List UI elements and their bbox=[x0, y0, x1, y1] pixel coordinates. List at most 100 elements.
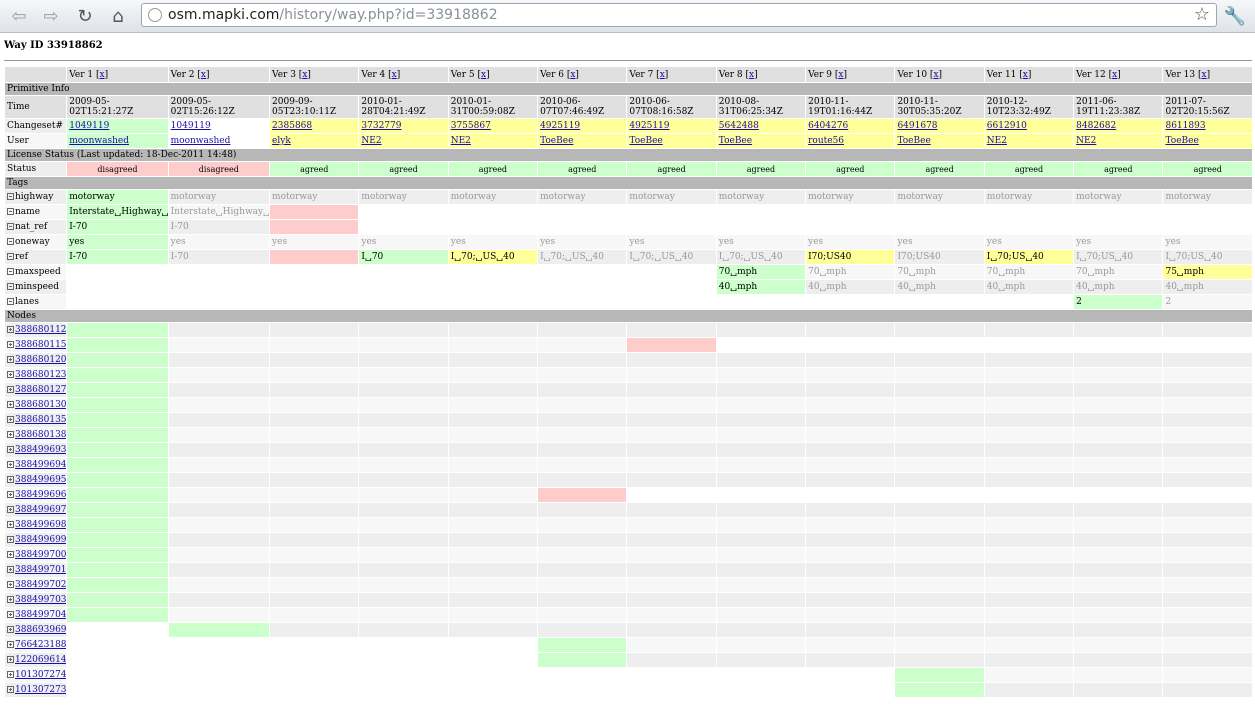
node-link[interactable]: 388680120 bbox=[15, 355, 66, 365]
user-link[interactable]: ToeBee bbox=[719, 136, 752, 146]
expand-icon[interactable] bbox=[7, 386, 14, 393]
node-link[interactable]: 388499695 bbox=[15, 475, 66, 485]
expand-icon[interactable] bbox=[7, 506, 14, 513]
reload-icon[interactable]: ↻ bbox=[72, 3, 98, 29]
user-link[interactable]: elyk bbox=[272, 136, 291, 146]
expand-icon[interactable] bbox=[7, 521, 14, 528]
expand-icon[interactable] bbox=[7, 431, 14, 438]
changeset-link[interactable]: 1049119 bbox=[171, 121, 211, 131]
expand-icon[interactable] bbox=[7, 371, 14, 378]
expand-icon[interactable] bbox=[7, 551, 14, 558]
changeset-link[interactable]: 6491678 bbox=[897, 121, 937, 131]
expand-icon[interactable] bbox=[7, 416, 14, 423]
collapse-icon[interactable] bbox=[7, 298, 14, 305]
expand-icon[interactable] bbox=[7, 401, 14, 408]
user-link[interactable]: moonwashed bbox=[171, 136, 231, 146]
user-link[interactable]: NE2 bbox=[987, 136, 1007, 146]
collapse-icon[interactable] bbox=[7, 193, 14, 200]
user-link[interactable]: ToeBee bbox=[540, 136, 573, 146]
changeset-link[interactable]: 5642488 bbox=[719, 121, 759, 131]
user-link[interactable]: ToeBee bbox=[629, 136, 662, 146]
collapse-icon[interactable] bbox=[7, 223, 14, 230]
node-presence-cell bbox=[270, 413, 359, 427]
expand-icon[interactable] bbox=[7, 671, 14, 678]
expand-icon[interactable] bbox=[7, 536, 14, 543]
user-link[interactable]: ToeBee bbox=[1165, 136, 1198, 146]
expand-icon[interactable] bbox=[7, 596, 14, 603]
collapse-icon[interactable] bbox=[7, 238, 14, 245]
user-link[interactable]: moonwashed bbox=[69, 136, 129, 146]
expand-icon[interactable] bbox=[7, 626, 14, 633]
home-icon[interactable]: ⌂ bbox=[105, 3, 131, 29]
user-link[interactable]: NE2 bbox=[451, 136, 471, 146]
node-link[interactable]: 388499702 bbox=[15, 580, 66, 590]
changeset-link[interactable]: 3755867 bbox=[451, 121, 491, 131]
node-link[interactable]: 388680123 bbox=[15, 370, 66, 380]
expand-icon[interactable] bbox=[7, 356, 14, 363]
node-presence-cell bbox=[806, 623, 895, 637]
node-link[interactable]: 388680135 bbox=[15, 415, 66, 425]
collapse-icon[interactable] bbox=[7, 268, 14, 275]
expand-icon[interactable] bbox=[7, 446, 14, 453]
status-cell: agreed bbox=[1074, 162, 1163, 176]
node-link[interactable]: 1013072747 bbox=[15, 670, 66, 680]
expand-icon[interactable] bbox=[7, 476, 14, 483]
node-link[interactable]: 388693969 bbox=[15, 625, 66, 635]
node-link[interactable]: 388680130 bbox=[15, 400, 66, 410]
changeset-link[interactable]: 6612910 bbox=[987, 121, 1027, 131]
node-link[interactable]: 122069614 bbox=[15, 655, 66, 665]
back-arrow-icon[interactable]: ⇦ bbox=[6, 3, 32, 29]
changeset-link[interactable]: 8482682 bbox=[1076, 121, 1116, 131]
tag-value-cell bbox=[1163, 220, 1252, 234]
user-link[interactable]: route56 bbox=[808, 136, 844, 146]
expand-icon[interactable] bbox=[7, 491, 14, 498]
expand-icon[interactable] bbox=[7, 686, 14, 693]
changeset-link[interactable]: 4925119 bbox=[540, 121, 580, 131]
node-link[interactable]: 388499694 bbox=[15, 460, 66, 470]
node-presence-cell bbox=[895, 653, 984, 667]
node-link[interactable]: 766423188 bbox=[15, 640, 66, 650]
expand-icon[interactable] bbox=[7, 611, 14, 618]
changeset-link[interactable]: 4925119 bbox=[629, 121, 669, 131]
collapse-icon[interactable] bbox=[7, 208, 14, 215]
user-link[interactable]: NE2 bbox=[1076, 136, 1096, 146]
node-link[interactable]: 388680138 bbox=[15, 430, 66, 440]
expand-icon[interactable] bbox=[7, 326, 14, 333]
tag-value: motorway bbox=[69, 192, 115, 202]
node-link[interactable]: 388499700 bbox=[15, 550, 66, 560]
expand-icon[interactable] bbox=[7, 341, 14, 348]
node-link[interactable]: 388680115 bbox=[15, 340, 66, 350]
collapse-icon[interactable] bbox=[7, 253, 14, 260]
expand-icon[interactable] bbox=[7, 656, 14, 663]
node-link[interactable]: 388499701 bbox=[15, 565, 66, 575]
forward-arrow-icon[interactable]: ⇨ bbox=[38, 3, 64, 29]
collapse-icon[interactable] bbox=[7, 283, 14, 290]
node-presence-cell bbox=[1074, 638, 1163, 652]
expand-icon[interactable] bbox=[7, 566, 14, 573]
node-link[interactable]: 388499693 bbox=[15, 445, 66, 455]
changeset-link[interactable]: 3732779 bbox=[361, 121, 401, 131]
expand-icon[interactable] bbox=[7, 641, 14, 648]
user-link[interactable]: NE2 bbox=[361, 136, 381, 146]
node-link[interactable]: 388680112 bbox=[15, 325, 66, 335]
node-link[interactable]: 388499696 bbox=[15, 490, 66, 500]
node-link[interactable]: 388499704 bbox=[15, 610, 66, 620]
changeset-link[interactable]: 1049119 bbox=[69, 121, 109, 131]
expand-icon[interactable] bbox=[7, 581, 14, 588]
user-link[interactable]: ToeBee bbox=[897, 136, 930, 146]
changeset-link[interactable]: 8611893 bbox=[1165, 121, 1205, 131]
bookmark-star-icon[interactable]: ☆ bbox=[1194, 4, 1210, 26]
address-bar[interactable]: osm.mapki.com/history/way.php?id=3391886… bbox=[141, 3, 1217, 27]
version-header: Ver 11 [x] bbox=[984, 67, 1074, 82]
node-link[interactable]: 388680127 bbox=[15, 385, 66, 395]
node-link[interactable]: 388499697 bbox=[15, 505, 66, 515]
node-link[interactable]: 388499699 bbox=[15, 535, 66, 545]
wrench-icon[interactable]: 🔧 bbox=[1222, 3, 1248, 29]
node-link[interactable]: 1013072736 bbox=[15, 685, 66, 695]
node-presence-cell bbox=[168, 548, 270, 562]
changeset-link[interactable]: 6404276 bbox=[808, 121, 848, 131]
node-link[interactable]: 388499703 bbox=[15, 595, 66, 605]
node-link[interactable]: 388499698 bbox=[15, 520, 66, 530]
expand-icon[interactable] bbox=[7, 461, 14, 468]
changeset-link[interactable]: 2385868 bbox=[272, 121, 312, 131]
